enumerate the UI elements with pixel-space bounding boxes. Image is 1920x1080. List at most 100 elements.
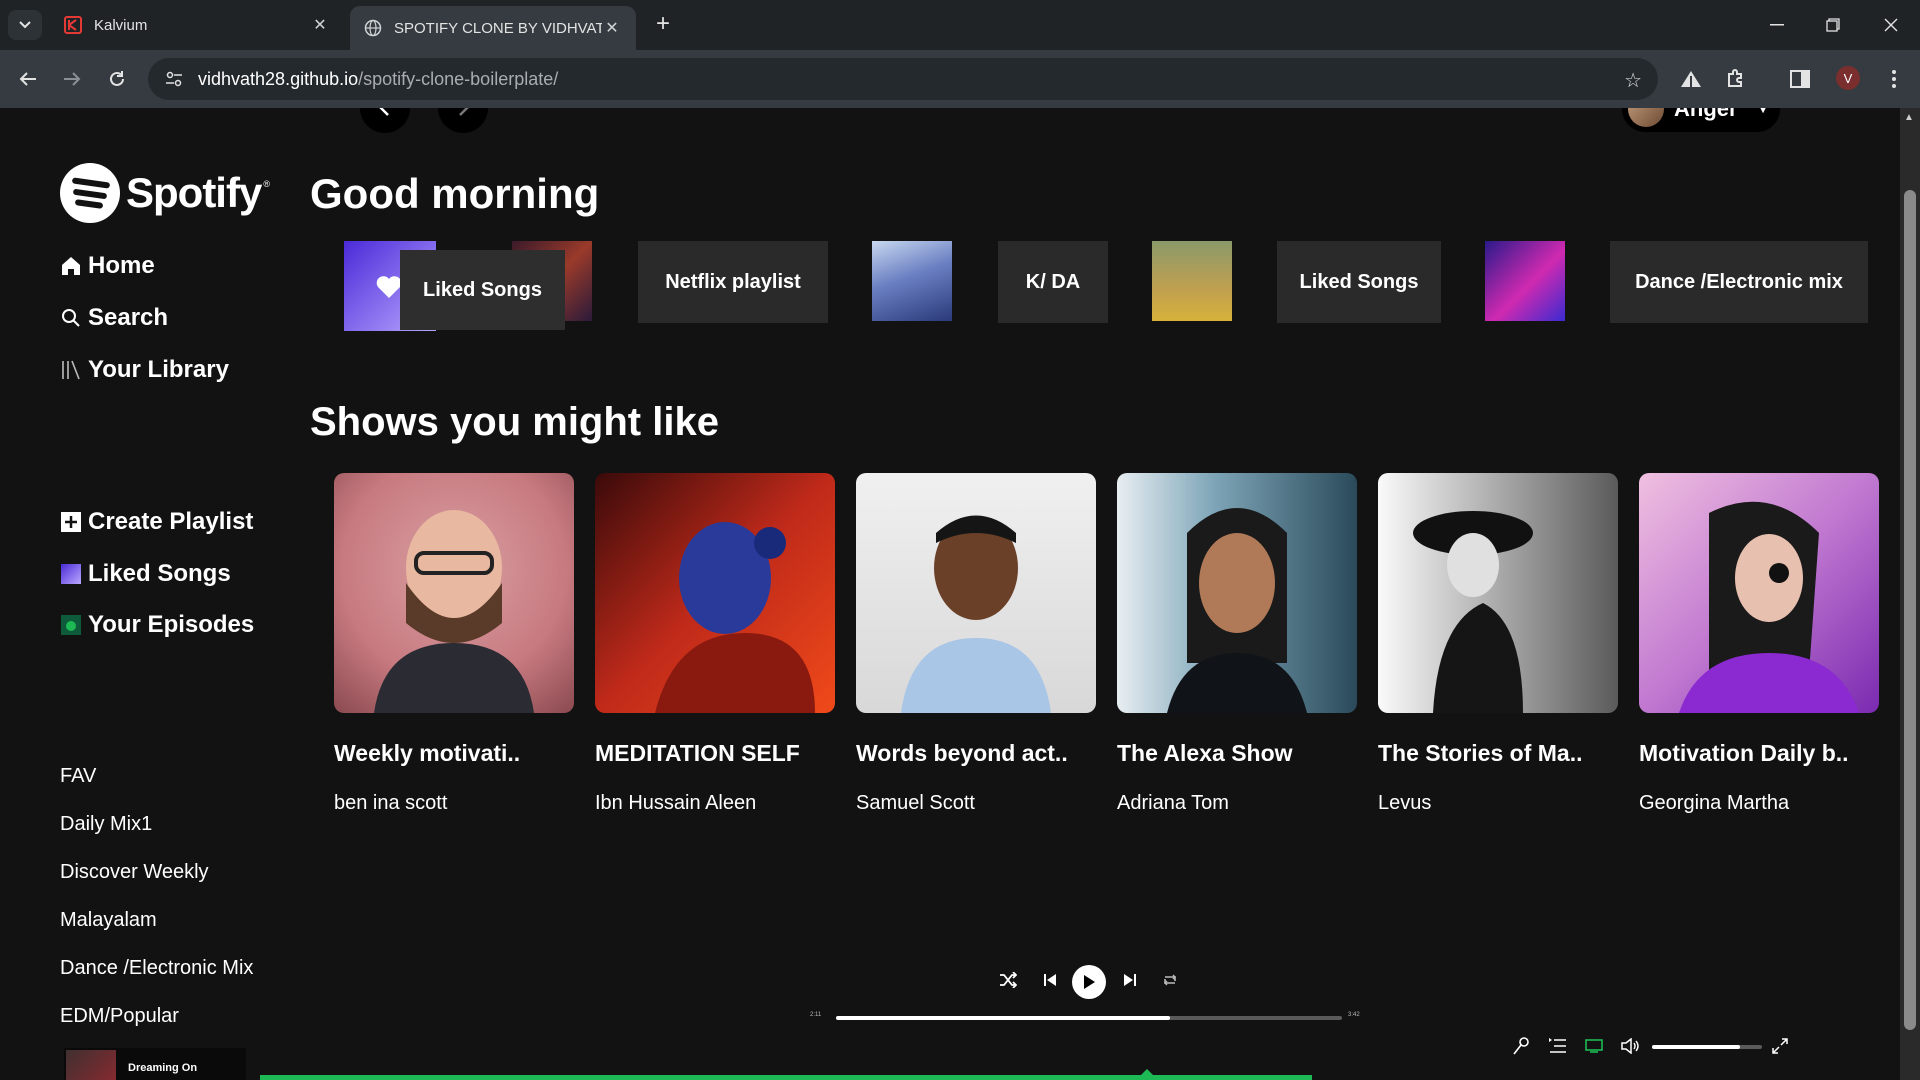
restore-button[interactable] [1818, 12, 1848, 38]
history-forward-button[interactable] [438, 108, 488, 133]
show-author: Samuel Scott [856, 792, 975, 814]
kda-cover-art[interactable] [872, 241, 952, 321]
chevron-right-icon [459, 108, 469, 116]
playlist-item[interactable]: FAV [60, 765, 96, 788]
now-playing-title: Dreaming On [128, 1062, 198, 1074]
close-icon[interactable]: ✕ [310, 15, 330, 35]
arrow-right-icon [64, 72, 81, 86]
queue-icon[interactable] [1548, 1036, 1568, 1056]
forward-button[interactable] [58, 65, 86, 93]
microphone-icon[interactable] [1512, 1036, 1530, 1056]
plus-square-icon [60, 511, 82, 533]
time-elapsed: 2:11 [810, 1012, 822, 1018]
show-card-image[interactable] [595, 473, 835, 713]
back-button[interactable] [14, 65, 42, 93]
page-scrollbar[interactable]: ▲ [1900, 108, 1920, 1080]
quick-tile-liked-songs[interactable]: Liked Songs [400, 250, 565, 330]
show-title[interactable]: The Stories of Ma.. [1378, 740, 1582, 767]
sidebar-item-home[interactable]: Home [60, 252, 155, 280]
playlist-item[interactable]: EDM/Popular [60, 1005, 179, 1028]
playlist-item[interactable]: Daily Mix1 [60, 813, 152, 836]
previous-button[interactable] [1040, 970, 1060, 990]
extension-triangle-icon[interactable] [1677, 65, 1705, 93]
close-icon[interactable]: ✕ [602, 18, 622, 38]
tab-title: SPOTIFY CLONE BY VIDHVATH J [394, 19, 602, 37]
url-host: vidhvath28.github.io [198, 68, 359, 89]
artist-cover-art[interactable] [1152, 241, 1232, 321]
repeat-icon [1164, 974, 1176, 986]
sidebar-item-search[interactable]: Search [60, 304, 168, 332]
sidebar-item-library[interactable]: Your Library [60, 356, 229, 384]
now-playing-mini[interactable]: Dreaming On [64, 1048, 246, 1080]
scroll-up-icon[interactable]: ▲ [1904, 112, 1914, 123]
user-menu[interactable]: Angel ▼ [1622, 108, 1780, 132]
show-title[interactable]: Motivation Daily b.. [1639, 740, 1849, 767]
volume-slider[interactable] [1652, 1045, 1762, 1049]
history-back-button[interactable] [360, 108, 410, 133]
show-title[interactable]: MEDITATION SELF [595, 740, 800, 767]
track-seek-bar[interactable] [260, 1069, 1312, 1080]
quick-tile-kda[interactable]: K/ DA [998, 241, 1108, 323]
address-bar[interactable]: vidhvath28.github.io/spotify-clone-boile… [148, 58, 1658, 100]
quick-tile-label: K/ DA [1025, 270, 1081, 293]
playlist-item[interactable]: Discover Weekly [60, 861, 209, 884]
person-silhouette [1413, 511, 1533, 713]
quick-tile-dance-electronic[interactable]: Dance /Electronic mix [1610, 241, 1868, 323]
show-card-image[interactable] [856, 473, 1096, 713]
connect-device-icon[interactable] [1584, 1036, 1604, 1056]
shuffle-icon [1000, 972, 1017, 988]
spotify-logo[interactable]: Spotify ® [60, 163, 270, 223]
url-path: /spotify-clone-boilerplate/ [358, 68, 559, 89]
site-info-icon[interactable] [164, 69, 184, 89]
show-card-image[interactable] [1639, 473, 1879, 713]
tab-spotify-clone[interactable]: SPOTIFY CLONE BY VIDHVATH J ✕ [350, 6, 636, 50]
next-button[interactable] [1120, 970, 1140, 990]
bookmark-star-icon[interactable]: ☆ [1624, 68, 1642, 93]
search-icon [60, 307, 82, 329]
skip-back-icon [1044, 974, 1056, 986]
quick-tile-label: Liked Songs [1299, 270, 1419, 293]
fullscreen-icon[interactable] [1770, 1036, 1790, 1056]
shuffle-button[interactable] [998, 970, 1018, 990]
play-button[interactable] [1072, 965, 1106, 999]
quick-tile-label: Liked Songs [423, 278, 542, 301]
greeting-heading: Good morning [310, 170, 600, 217]
show-card-image[interactable] [334, 473, 574, 713]
show-title[interactable]: Words beyond act.. [856, 740, 1068, 767]
show-card-image[interactable] [1117, 473, 1357, 713]
show-title[interactable]: The Alexa Show [1117, 740, 1293, 767]
sidebar-item-label: Liked Songs [88, 560, 231, 587]
person-silhouette [901, 515, 1051, 713]
close-window-button[interactable] [1876, 12, 1906, 38]
playlist-item[interactable]: Dance /Electronic Mix [60, 957, 253, 980]
repeat-button[interactable] [1160, 970, 1180, 990]
extensions-puzzle-icon[interactable] [1722, 65, 1750, 93]
volume-icon[interactable] [1620, 1036, 1642, 1056]
skip-forward-icon [1124, 974, 1136, 986]
side-panel-icon[interactable] [1786, 65, 1814, 93]
more-menu-icon[interactable] [1880, 65, 1908, 93]
your-episodes-link[interactable]: Your Episodes [60, 611, 254, 639]
browser-toolbar: vidhvath28.github.io/spotify-clone-boile… [0, 50, 1920, 108]
quick-tile-netflix-playlist[interactable]: Netflix playlist [638, 241, 828, 323]
new-tab-button[interactable]: + [650, 12, 676, 38]
tab-title: Kalvium [94, 16, 148, 34]
create-playlist-button[interactable]: Create Playlist [60, 508, 253, 536]
quick-tile-liked-songs-2[interactable]: Liked Songs [1277, 241, 1441, 323]
playlist-item[interactable]: Malayalam [60, 909, 157, 932]
arrow-left-icon [19, 72, 36, 86]
show-title[interactable]: Weekly motivati.. [334, 740, 520, 767]
spotify-page: Angel ▼ Spotify ® Home Search Your Libra… [0, 108, 1900, 1080]
restore-icon [1826, 18, 1840, 32]
minimize-button[interactable] [1762, 12, 1792, 38]
progress-bar[interactable] [836, 1016, 1342, 1020]
scrollbar-thumb[interactable] [1904, 190, 1916, 1030]
marshmello-cover-art[interactable] [1485, 241, 1565, 321]
show-card-image[interactable] [1378, 473, 1618, 713]
liked-songs-link[interactable]: Liked Songs [60, 560, 231, 588]
profile-avatar[interactable]: V [1836, 66, 1860, 90]
sidebar-item-label: Create Playlist [88, 508, 254, 535]
tab-kalvium[interactable]: Kalvium ✕ [50, 6, 344, 44]
tab-search-button[interactable] [8, 10, 42, 40]
reload-button[interactable] [103, 65, 131, 93]
